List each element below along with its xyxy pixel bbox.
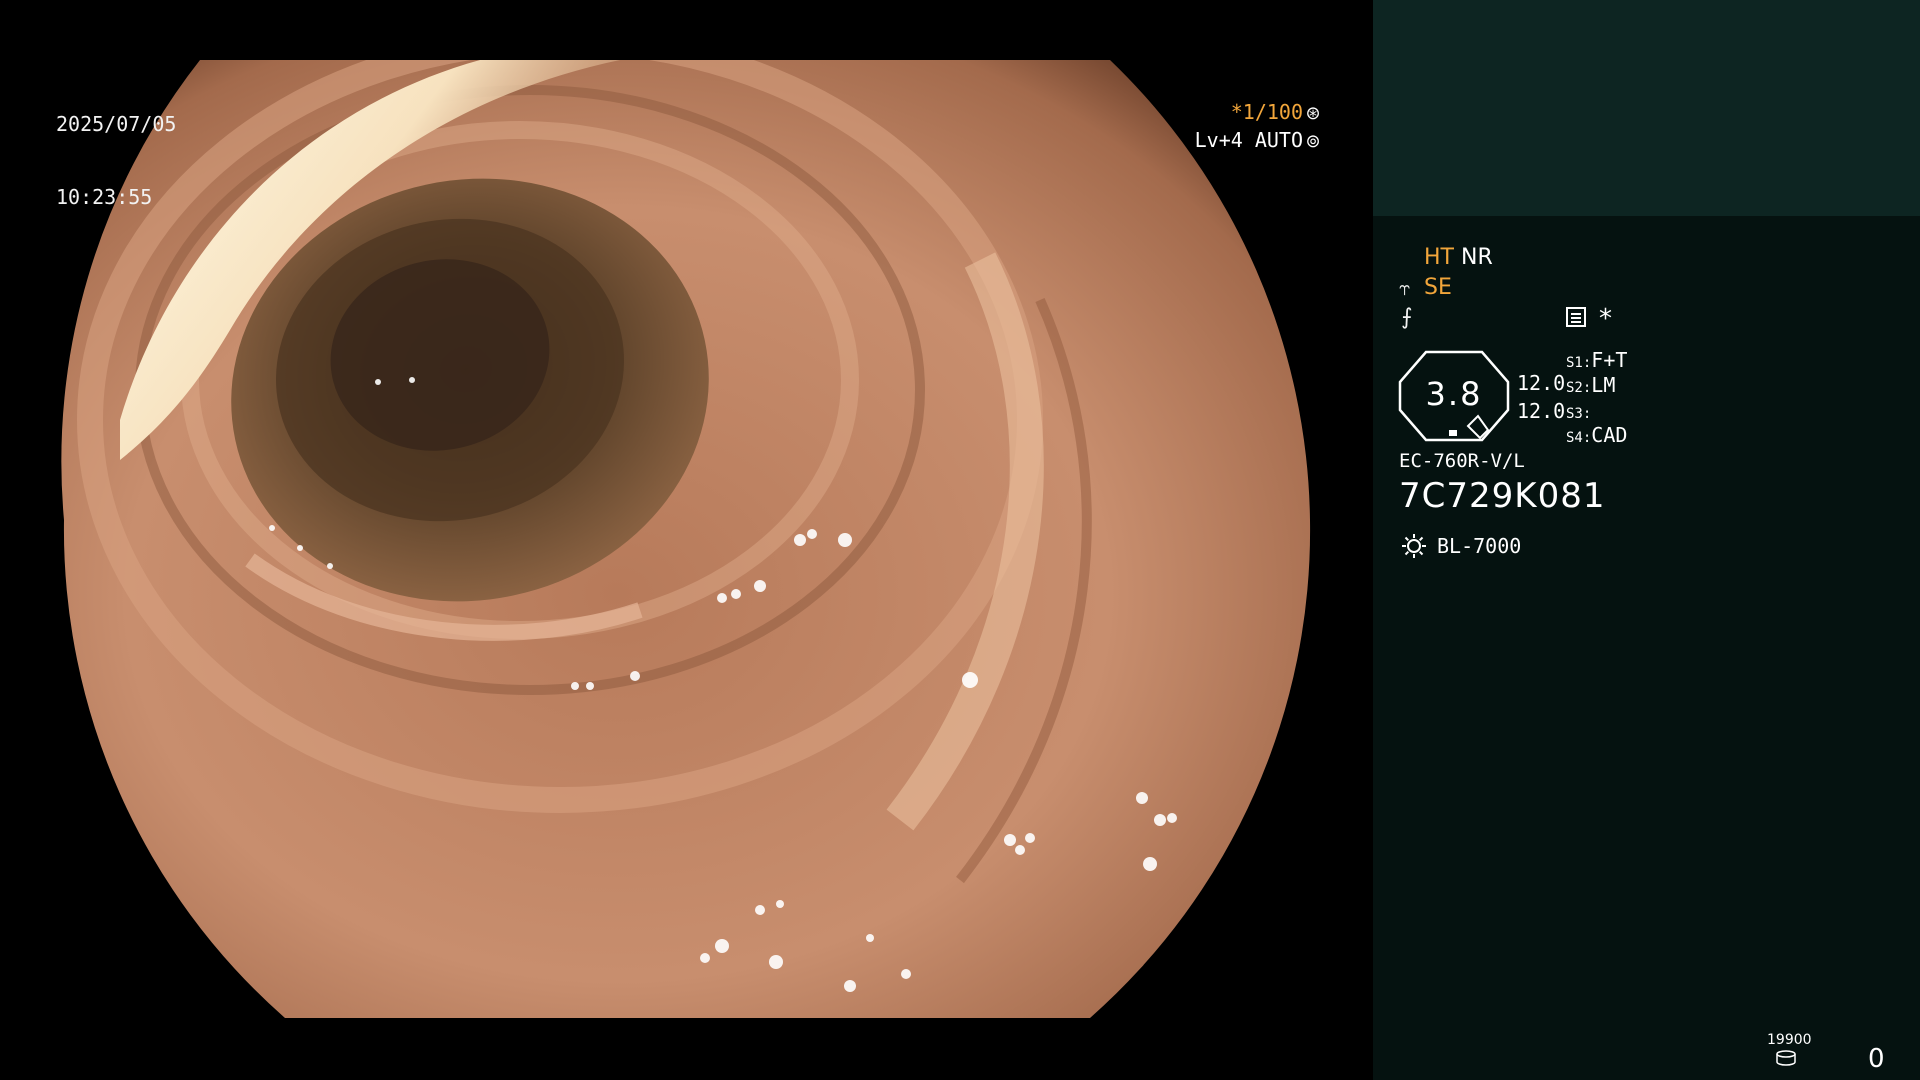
scope-info-panel: HT NR ⥾ SE ⨍ * 3.8 12.0 12.0 S1:F+T S2:L…	[1373, 0, 1920, 1080]
zoom-value: 3.8	[1425, 375, 1483, 413]
switch-2-value: LM	[1591, 373, 1616, 397]
date-text: 2025/07/05	[56, 112, 177, 136]
endoscope-video-view: 2025/07/05 10:23:55 *1/100 ⊛ Lv+4 AUTO ⊚	[0, 0, 1373, 1080]
light-source-icon	[1402, 534, 1426, 558]
switch-4: S4:CAD	[1566, 423, 1627, 450]
shutter-speed-display: *1/100 ⊛	[1231, 100, 1323, 126]
se-indicator: SE	[1424, 275, 1452, 300]
switch-1-value: F+T	[1591, 348, 1628, 372]
colon-lumen-image	[61, 60, 1311, 1018]
zoom-octagon: 3.8	[1398, 350, 1510, 442]
structure-enhance-icon: ⥾	[1399, 276, 1411, 300]
switch-3-label: S3:	[1566, 406, 1592, 422]
disk-icon	[1776, 1050, 1796, 1066]
switch-3: S3:	[1566, 399, 1591, 426]
iris-icon: ⊚	[1305, 131, 1321, 152]
thumbnail-area	[1373, 0, 1920, 216]
level-text: Lv+4 AUTO	[1194, 128, 1303, 152]
switch-4-value: CAD	[1591, 423, 1628, 447]
value-upper: 12.0	[1517, 371, 1566, 395]
aperture-icon: ⊛	[1305, 103, 1321, 124]
scope-model: EC-760R-V/L	[1399, 450, 1525, 472]
star-indicator: *	[1599, 304, 1612, 334]
switch-2-label: S2:	[1566, 380, 1592, 396]
shutter-text: *1/100	[1230, 100, 1303, 124]
switch-1-label: S1:	[1566, 355, 1592, 371]
filter-icon: ⨍	[1401, 305, 1413, 330]
switch-4-label: S4:	[1566, 430, 1592, 446]
storage-counter-label: 19900	[1767, 1032, 1812, 1048]
memo-icon	[1566, 307, 1586, 327]
date-time-display: 2025/07/05 10:23:55	[56, 64, 176, 258]
nr-indicator: NR	[1461, 245, 1493, 270]
ht-indicator: HT	[1424, 245, 1454, 270]
brightness-level-display: Lv+4 AUTO ⊚	[1195, 128, 1323, 154]
time-text: 10:23:55	[56, 185, 153, 209]
scope-serial-number: 7C729K081	[1399, 476, 1606, 516]
value-lower: 12.0	[1517, 399, 1566, 423]
switch-1: S1:F+T	[1566, 348, 1627, 375]
light-source-model: BL-7000	[1437, 534, 1522, 558]
capture-counter: 0	[1868, 1044, 1885, 1074]
switch-2: S2:LM	[1566, 373, 1615, 400]
